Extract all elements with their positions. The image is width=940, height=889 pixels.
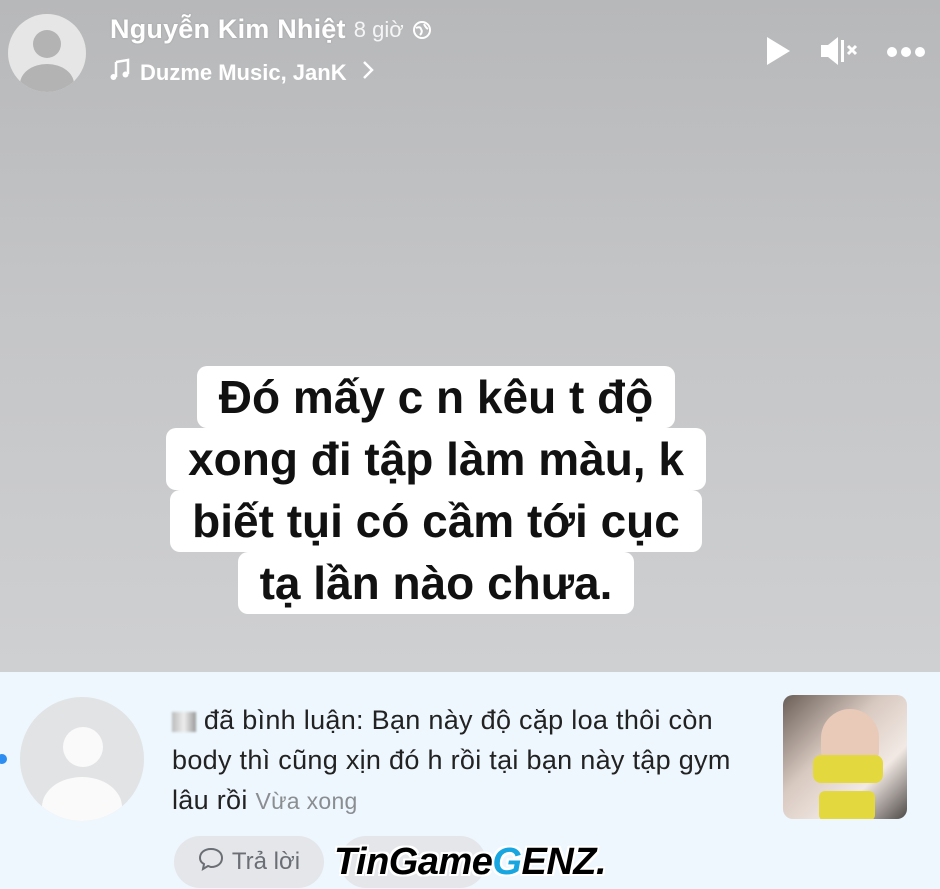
profile-avatar[interactable] (8, 14, 86, 92)
avatar-head (63, 727, 103, 767)
music-attribution[interactable]: Duzme Music, JanK (108, 58, 375, 88)
avatar-body (42, 777, 122, 821)
story-caption: Đó mấy c n kêu t độ xong đi tập làm màu,… (106, 366, 766, 614)
post-time: 8 giờ (353, 16, 404, 42)
avatar-body (20, 64, 74, 92)
music-note-icon (108, 58, 132, 88)
globe-icon (412, 20, 432, 40)
avatar-head (33, 30, 61, 58)
post-thumbnail[interactable] (783, 695, 907, 819)
chevron-right-icon (361, 59, 375, 88)
author-name[interactable]: Nguyễn Kim Nhiệt (110, 14, 346, 45)
thumbnail-top (813, 755, 883, 783)
story-author-line: Nguyễn Kim Nhiệt 8 giờ (110, 14, 432, 45)
caption-line-3: biết tụi có cầm tới cục (170, 490, 702, 552)
site-watermark: TinGame G ENZ. (334, 838, 607, 886)
mute-icon[interactable] (818, 34, 860, 73)
comment-icon (198, 846, 224, 879)
reply-label: Trả lời (231, 848, 301, 875)
caption-line-1: Đó mấy c n kêu t độ (196, 366, 676, 428)
reply-button[interactable]: Trả lời (174, 836, 324, 888)
notification-time: Vừa xong (255, 788, 358, 814)
music-label: Duzme Music, JanK (140, 60, 347, 85)
notification-text: đã bình luận: Bạn này độ cặp loa thôi cò… (172, 700, 772, 821)
play-icon[interactable] (764, 35, 792, 72)
blurred-commenter-name (172, 711, 196, 732)
watermark-accent: G (492, 840, 522, 883)
caption-line-2: xong đi tập làm màu, k (166, 428, 706, 490)
commenter-avatar[interactable] (20, 697, 144, 821)
thumbnail-shorts (819, 791, 875, 819)
caption-line-4: tạ lần nào chưa. (237, 552, 635, 614)
more-icon[interactable] (886, 45, 926, 63)
watermark-suffix: ENZ. (521, 840, 607, 883)
story-controls (764, 34, 926, 73)
watermark-prefix: TinGame (334, 840, 493, 883)
